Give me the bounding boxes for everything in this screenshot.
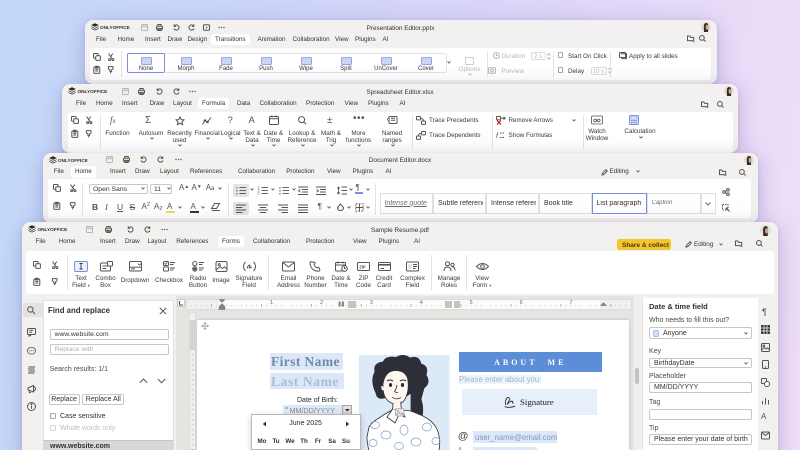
svg-text:ZIP: ZIP (359, 264, 366, 269)
svg-text:3.: 3. (258, 191, 261, 195)
svg-text:f: f (496, 133, 499, 140)
